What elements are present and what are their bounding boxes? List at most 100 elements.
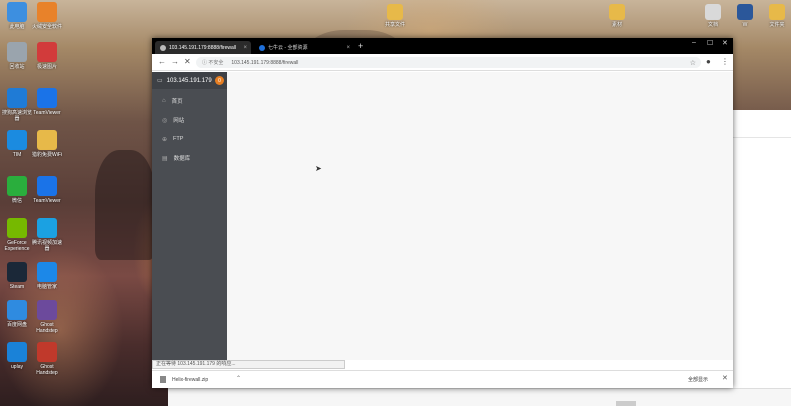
desktop-icon[interactable]: 素材 [600,4,634,28]
tab-label: 七牛云 - 全部资源 [268,45,308,51]
desktop-icon[interactable]: 此电脑 [0,2,34,30]
desktop-icon[interactable]: 电脑管家 [30,262,64,290]
folder-icon [769,4,785,20]
sidebar-item-label: 网站 [173,118,185,124]
stop-reload-button[interactable]: ✕ [184,57,191,66]
desktop-icon[interactable]: Steam [0,262,34,290]
minimize-icon[interactable]: – [692,39,696,46]
desktop-icon-label: TeamViewer [33,198,61,204]
steam-icon [7,262,27,282]
desktop-icon-label: Ghost Handstep [36,322,58,334]
downloads-bar: Helix-firewall.zip ⌃ 全部显示 ✕ [152,370,733,388]
close-downloads-icon[interactable]: ✕ [722,374,728,382]
sidebar-item-label: 首页 [171,99,183,105]
server-ip: 103.145.191.179 [166,77,212,84]
desktop-icon[interactable]: 猎豹免费WiFi [30,130,64,158]
back-button[interactable]: ← [158,57,166,66]
desktop-icon[interactable]: 文件夹 [760,4,791,28]
main-content: ➤ [227,72,733,360]
ghost-icon [37,300,57,320]
folder-icon [609,4,625,20]
sidebar-item-0[interactable]: ⌂ 首页 [152,92,227,110]
desktop-icon-label: 腾讯视频加速器 [31,240,62,252]
menu-icon[interactable]: ⋮ [721,57,729,66]
desktop-icon-label: 火绒安全软件 [31,24,62,30]
forward-button[interactable]: → [171,57,179,66]
desktop-icon[interactable]: Ghost Handstep [30,342,64,376]
wechat-icon [7,176,27,196]
sidebar-item-2[interactable]: ⊕ FTP [152,130,227,148]
tencent-icon [37,218,57,238]
desktop-icon[interactable]: TeamViewer [30,88,64,116]
bookmark-star-icon[interactable]: ☆ [690,59,696,67]
download-item[interactable]: Helix-firewall.zip [160,376,208,383]
globe-icon: ◎ [162,117,168,124]
desktop-icon[interactable]: 回收站 [0,42,34,70]
chevron-up-icon[interactable]: ⌃ [236,375,241,382]
address-bar[interactable]: ⓘ 不安全 103.145.191.179:8888/firewall ☆ [196,57,701,68]
app-sidebar: ▭ 103.145.191.179 0 ⌂ 首页 ◎ 网站 ⊕ FTP ▤ 数据库 [152,72,227,360]
browser-icon [7,88,27,108]
url-text[interactable]: 103.145.191.179:8888/firewall [231,60,298,66]
desktop-icon-label: 微信 [11,198,22,204]
sidebar-item-label: 数据库 [173,156,191,162]
desktop-icon-label: W [742,22,748,28]
browser-toolbar: ← → ✕ ⓘ 不安全 103.145.191.179:8888/firewal… [152,54,733,71]
cloud-icon [7,300,27,320]
desktop-icon[interactable]: uplay [0,342,34,370]
desktop-icon-label: 百度网盘 [6,322,27,328]
ghost-icon [37,342,57,362]
document-icon [705,4,721,20]
desktop-icon[interactable]: 极速图片 [30,42,64,70]
tab-firewall[interactable]: 103.145.191.179:8888/firewall × [155,41,251,54]
file-icon [160,376,166,383]
maximize-icon[interactable]: ☐ [707,39,713,47]
background-window-right [733,110,791,390]
desktop-icon[interactable]: 腾讯视频加速器 [30,218,64,252]
desktop-icon[interactable]: TIM [0,130,34,158]
close-icon[interactable]: ✕ [722,39,728,47]
security-indicator[interactable]: ⓘ 不安全 [202,59,223,66]
desktop-icon-label: Ghost Handstep [36,364,58,376]
tab-close-icon[interactable]: × [346,45,350,51]
computer-icon [7,2,27,22]
desktop-icon[interactable]: 百度网盘 [0,300,34,328]
download-filename: Helix-firewall.zip [172,376,209,383]
sidebar-item-1[interactable]: ◎ 网站 [152,111,227,129]
sidebar-item-3[interactable]: ▤ 数据库 [152,149,227,167]
desktop-icon-label: 电脑管家 [36,284,57,290]
show-all-button[interactable]: 全部显示 [688,376,708,383]
guard-icon [37,262,57,282]
teamviewer-icon [37,88,57,108]
desktop-icon[interactable]: 搜狗高速浏览器 [0,88,34,122]
desktop-icon[interactable]: GeForce Experience [0,218,34,252]
desktop-icon-label: 文件夹 [769,22,785,28]
desktop-icon[interactable]: 微信 [0,176,34,204]
server-icon: ▭ [157,78,163,84]
desktop-icon[interactable]: 火绒安全软件 [30,2,64,30]
desktop-icon-label: TIM [12,152,22,158]
shield-icon [37,2,57,22]
tab-qiniu[interactable]: 七牛云 - 全部资源 × [254,41,354,54]
server-header[interactable]: ▭ 103.145.191.179 0 [152,72,227,89]
home-icon: ⌂ [162,98,166,104]
desktop-icon-label: 此电脑 [9,24,25,30]
desktop-icon-label: 搜狗高速浏览器 [1,110,32,122]
geforce-icon [7,218,27,238]
folder-icon [37,130,57,150]
desktop-icon[interactable]: Ghost Handstep [30,300,64,334]
desktop-icon[interactable]: 文档 [696,4,730,28]
desktop-icon-label: 猎豹免费WiFi [32,152,62,158]
desktop-icon[interactable]: TeamViewer [30,176,64,204]
sidebar-item-label: FTP [173,136,184,142]
ftp-icon: ⊕ [162,136,168,143]
desktop-icon[interactable]: W [728,4,762,28]
notification-badge[interactable]: 0 [215,76,224,85]
desktop-icon-label: uplay [11,364,23,370]
desktop-icon[interactable]: 共享文件 [378,4,412,28]
tab-bar: 103.145.191.179:8888/firewall × 七牛云 - 全部… [152,38,733,54]
profile-icon[interactable]: ● [706,57,711,66]
desktop-icon-label: 极速图片 [36,64,57,70]
tab-close-icon[interactable]: × [243,45,247,51]
new-tab-button[interactable]: + [358,41,363,51]
